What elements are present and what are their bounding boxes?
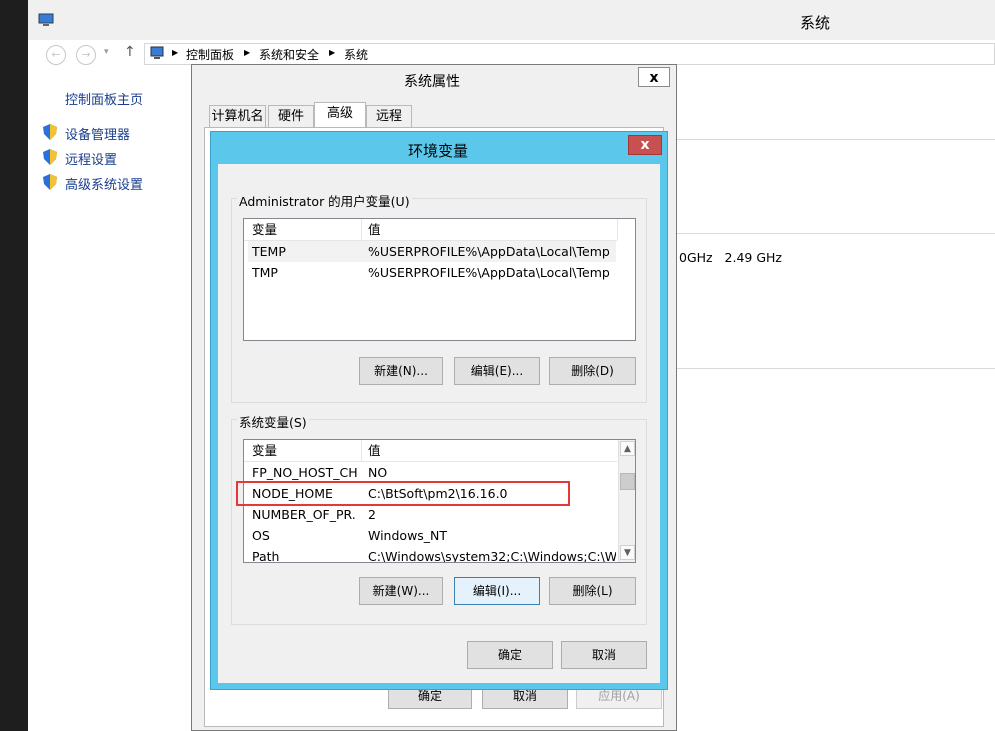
scroll-up-icon[interactable]: ▲	[620, 441, 635, 456]
variable-name: Path	[252, 549, 280, 563]
user-delete-button[interactable]: 删除(D)	[549, 357, 636, 385]
system-variables-label: 系统变量(S)	[237, 412, 309, 431]
breadcrumb-separator-icon: ▶	[329, 48, 336, 57]
variable-name: NUMBER_OF_PR...	[252, 507, 357, 522]
tab-computer-name[interactable]: 计算机名	[209, 105, 266, 127]
variable-value: %USERPROFILE%\AppData\Local\Temp	[368, 265, 610, 280]
column-separator	[617, 219, 618, 240]
list-header: 变量 值	[244, 219, 618, 241]
environment-variables-dialog: 环境变量 x Administrator 的用户变量(U) 变量 值 TEMP …	[210, 131, 668, 690]
node-home-highlight	[236, 481, 570, 506]
env-cancel-button[interactable]: 取消	[561, 641, 647, 669]
table-row[interactable]: NUMBER_OF_PR... 2	[248, 504, 616, 525]
breadcrumb-system[interactable]: 系统	[344, 46, 368, 63]
system-window-titlebar	[28, 0, 995, 40]
sidebar-item-advanced-settings[interactable]: 高级系统设置	[65, 174, 143, 193]
column-separator	[361, 219, 362, 240]
variable-value: 2	[368, 507, 376, 522]
breadcrumb-separator-icon: ▶	[172, 48, 179, 57]
variable-value: %USERPROFILE%\AppData\Local\Temp	[368, 244, 610, 259]
table-row[interactable]: OS Windows_NT	[248, 525, 616, 546]
variable-name: OS	[252, 528, 270, 543]
scroll-down-icon[interactable]: ▼	[620, 545, 635, 560]
breadcrumb-system-security[interactable]: 系统和安全	[259, 46, 319, 63]
sidebar-item-remote-settings[interactable]: 远程设置	[65, 149, 117, 168]
variable-name: TEMP	[252, 244, 286, 259]
tab-advanced[interactable]: 高级	[314, 102, 366, 128]
divider	[677, 233, 995, 234]
environment-variables-titlebar: 环境变量 x	[211, 132, 667, 164]
computer-icon	[38, 13, 54, 26]
vertical-scrollbar[interactable]: ▲ ▼	[618, 440, 635, 562]
table-row[interactable]: TEMP %USERPROFILE%\AppData\Local\Temp	[248, 241, 616, 262]
column-header-variable[interactable]: 变量	[252, 440, 277, 461]
cpu-speed: 0GHz 2.49 GHz	[679, 250, 782, 265]
list-header: 变量 值	[244, 440, 617, 462]
system-edit-button[interactable]: 编辑(I)...	[454, 577, 540, 605]
system-delete-button[interactable]: 删除(L)	[549, 577, 636, 605]
variable-value: C:\Windows\system32;C:\Windows;C:\Wi...	[368, 549, 616, 563]
user-variables-label: Administrator 的用户变量(U)	[237, 191, 412, 210]
shield-icon	[43, 124, 57, 140]
shield-icon	[43, 149, 57, 165]
sidebar-home-link[interactable]: 控制面板主页	[65, 89, 143, 108]
environment-variables-title: 环境变量	[408, 142, 469, 160]
control-panel-icon	[150, 46, 164, 59]
tab-remote[interactable]: 远程	[366, 105, 412, 127]
divider	[677, 139, 995, 140]
variable-name: TMP	[252, 265, 278, 280]
recent-dropdown-icon[interactable]: ▾	[104, 47, 109, 57]
breadcrumb-separator-icon: ▶	[244, 48, 251, 57]
close-icon[interactable]: x	[638, 67, 670, 87]
user-edit-button[interactable]: 编辑(E)...	[454, 357, 540, 385]
column-header-variable[interactable]: 变量	[252, 219, 277, 240]
system-properties-titlebar: 系统属性 x	[192, 65, 676, 95]
system-properties-title: 系统属性	[404, 74, 460, 90]
breadcrumb-control-panel[interactable]: 控制面板	[186, 46, 234, 63]
environment-variables-body: Administrator 的用户变量(U) 变量 值 TEMP %USERPR…	[218, 164, 660, 683]
table-row[interactable]: Path C:\Windows\system32;C:\Windows;C:\W…	[248, 546, 616, 563]
column-header-value[interactable]: 值	[368, 440, 381, 461]
variable-value: NO	[368, 465, 388, 480]
column-header-value[interactable]: 值	[368, 219, 381, 240]
env-ok-button[interactable]: 确定	[467, 641, 553, 669]
forward-icon[interactable]: →	[76, 45, 96, 65]
divider	[677, 368, 995, 369]
close-icon[interactable]: x	[628, 135, 662, 155]
column-separator	[361, 440, 362, 461]
system-new-button[interactable]: 新建(W)...	[359, 577, 443, 605]
back-icon[interactable]: ←	[46, 45, 66, 65]
scrollbar-thumb[interactable]	[620, 473, 635, 490]
system-window-title: 系统	[800, 14, 831, 32]
tab-hardware[interactable]: 硬件	[268, 105, 314, 127]
variable-value: Windows_NT	[368, 528, 448, 543]
up-icon[interactable]: ↑	[124, 44, 136, 60]
table-row[interactable]: TMP %USERPROFILE%\AppData\Local\Temp	[248, 262, 616, 283]
variable-name: FP_NO_HOST_CH...	[252, 465, 357, 480]
sidebar-item-device-manager[interactable]: 设备管理器	[65, 124, 130, 143]
user-new-button[interactable]: 新建(N)...	[359, 357, 443, 385]
shield-icon	[43, 174, 57, 190]
table-row[interactable]: FP_NO_HOST_CH... NO	[248, 462, 616, 483]
user-variables-list[interactable]: 变量 值 TEMP %USERPROFILE%\AppData\Local\Te…	[243, 218, 636, 341]
